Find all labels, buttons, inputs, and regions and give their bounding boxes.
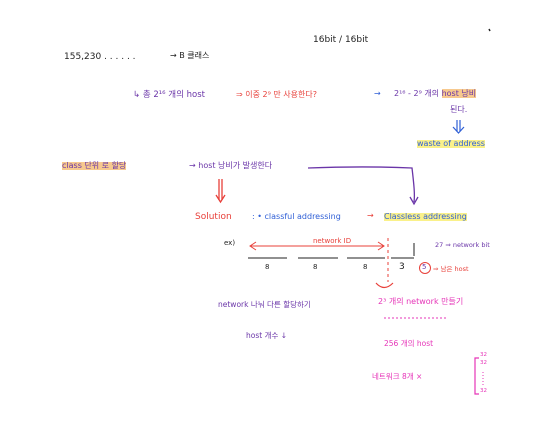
wasted-hosts-prefix: 2¹⁶ - 2⁹ 개의 [394,89,440,98]
host-count-note: host 개수 ↓ [246,331,288,340]
bracket-mid-value: 32 [480,360,487,366]
octet-5-host-bits: 5 [422,263,427,271]
host-waste-occurs: → host 낭비가 발생한다 [189,161,273,170]
wasted-hosts-highlight: host 낭비 [441,89,477,98]
bits-label: 16bit / 16bit [313,35,369,45]
stray-mark [488,28,491,32]
only-use-question: ⇒ 이중 2⁹ 만 사용한다? [236,90,317,99]
solution-label: Solution [195,212,232,222]
solution-arrow: → [367,211,374,220]
class-unit-allocation: class 단위 로 할당 [62,161,127,170]
wasted-hosts-suffix: 된다. [450,105,468,114]
network-id-label: network ID [313,237,352,245]
bracket-bottom-value: 32 [480,388,487,394]
magenta-bracket [474,357,479,395]
octet-3: 8 [363,263,368,271]
waste-of-address: waste of address [417,139,485,148]
arrow-to-result: → [374,89,381,98]
total-hosts: ↳ 총 2¹⁶ 개의 host [133,90,205,100]
classless-addressing: Classless addressing [384,212,467,221]
remaining-hosts-note: ⇒ 남은 host [433,265,469,273]
red-down-arrow [215,179,226,204]
octet-1: 8 [265,263,270,271]
network-split-note: network 나눠 다른 할당하기 [218,300,311,309]
classful-addressing: : • classful addressing [252,212,341,221]
eight-networks: 네트워크 8개 × [372,372,423,381]
network-bits-note: 27 ⇒ network bit [435,241,490,249]
hosts-256: 256 개의 host [384,339,434,348]
wasted-hosts-text: 2¹⁶ - 2⁹ 개의 host 낭비 [394,89,477,98]
make-networks: 2³ 개의 network 만들기 [378,297,464,306]
red-brace [375,282,394,289]
octet-4-network-bits: 3 [399,262,405,272]
b-class-label: → B 클래스 [170,51,210,60]
blue-down-arrow [452,120,465,134]
top-address: 155,230 . . . . . . [64,52,136,62]
example-label: ex) [224,239,236,247]
bracket-top-value: 32 [480,352,487,358]
purple-arrow-to-classless [307,166,419,206]
octet-2: 8 [313,263,318,271]
